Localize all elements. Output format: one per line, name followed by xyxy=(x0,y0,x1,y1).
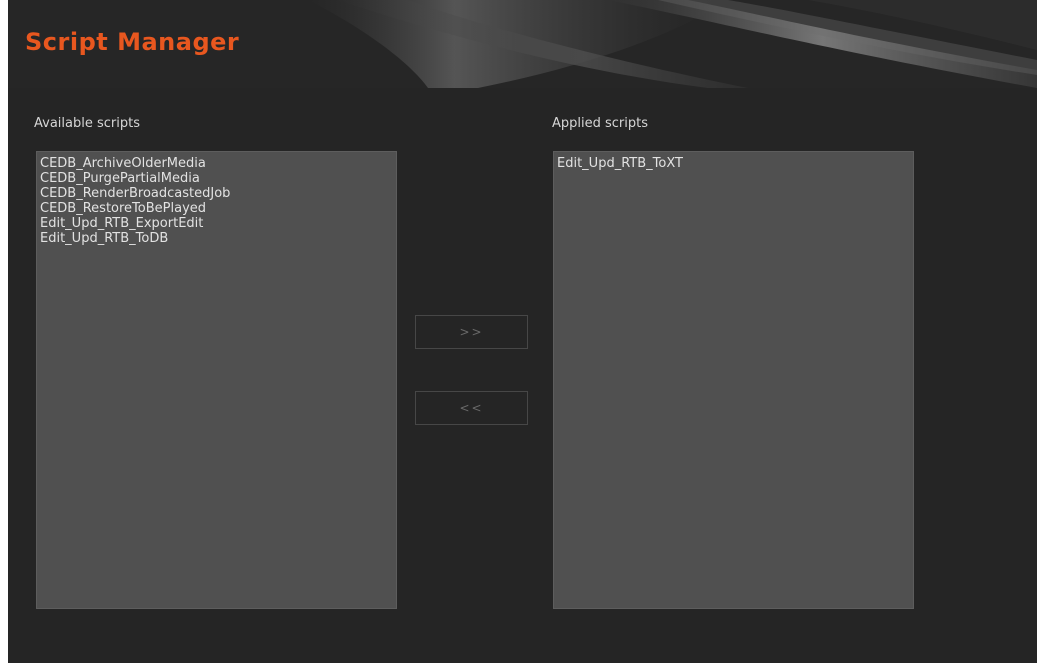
list-item[interactable]: CEDB_ArchiveOlderMedia xyxy=(37,156,396,171)
applied-scripts-listbox[interactable]: Edit_Upd_RTB_ToXT xyxy=(553,151,914,609)
remove-script-button[interactable]: << xyxy=(415,391,528,425)
add-script-button[interactable]: >> xyxy=(415,315,528,349)
list-item[interactable]: CEDB_RenderBroadcastedJob xyxy=(37,186,396,201)
available-scripts-listbox[interactable]: CEDB_ArchiveOlderMedia CEDB_PurgePartial… xyxy=(36,151,397,609)
script-manager-window: Script Manager Available scripts Applied… xyxy=(8,0,1037,663)
list-item[interactable]: Edit_Upd_RTB_ToDB xyxy=(37,231,396,246)
header-banner: Script Manager xyxy=(8,0,1037,88)
page-title: Script Manager xyxy=(25,28,240,56)
list-item[interactable]: Edit_Upd_RTB_ExportEdit xyxy=(37,216,396,231)
list-item[interactable]: CEDB_RestoreToBePlayed xyxy=(37,201,396,216)
applied-scripts-label: Applied scripts xyxy=(552,116,649,131)
available-scripts-label: Available scripts xyxy=(34,116,140,131)
list-item[interactable]: CEDB_PurgePartialMedia xyxy=(37,171,396,186)
list-item[interactable]: Edit_Upd_RTB_ToXT xyxy=(554,156,913,171)
